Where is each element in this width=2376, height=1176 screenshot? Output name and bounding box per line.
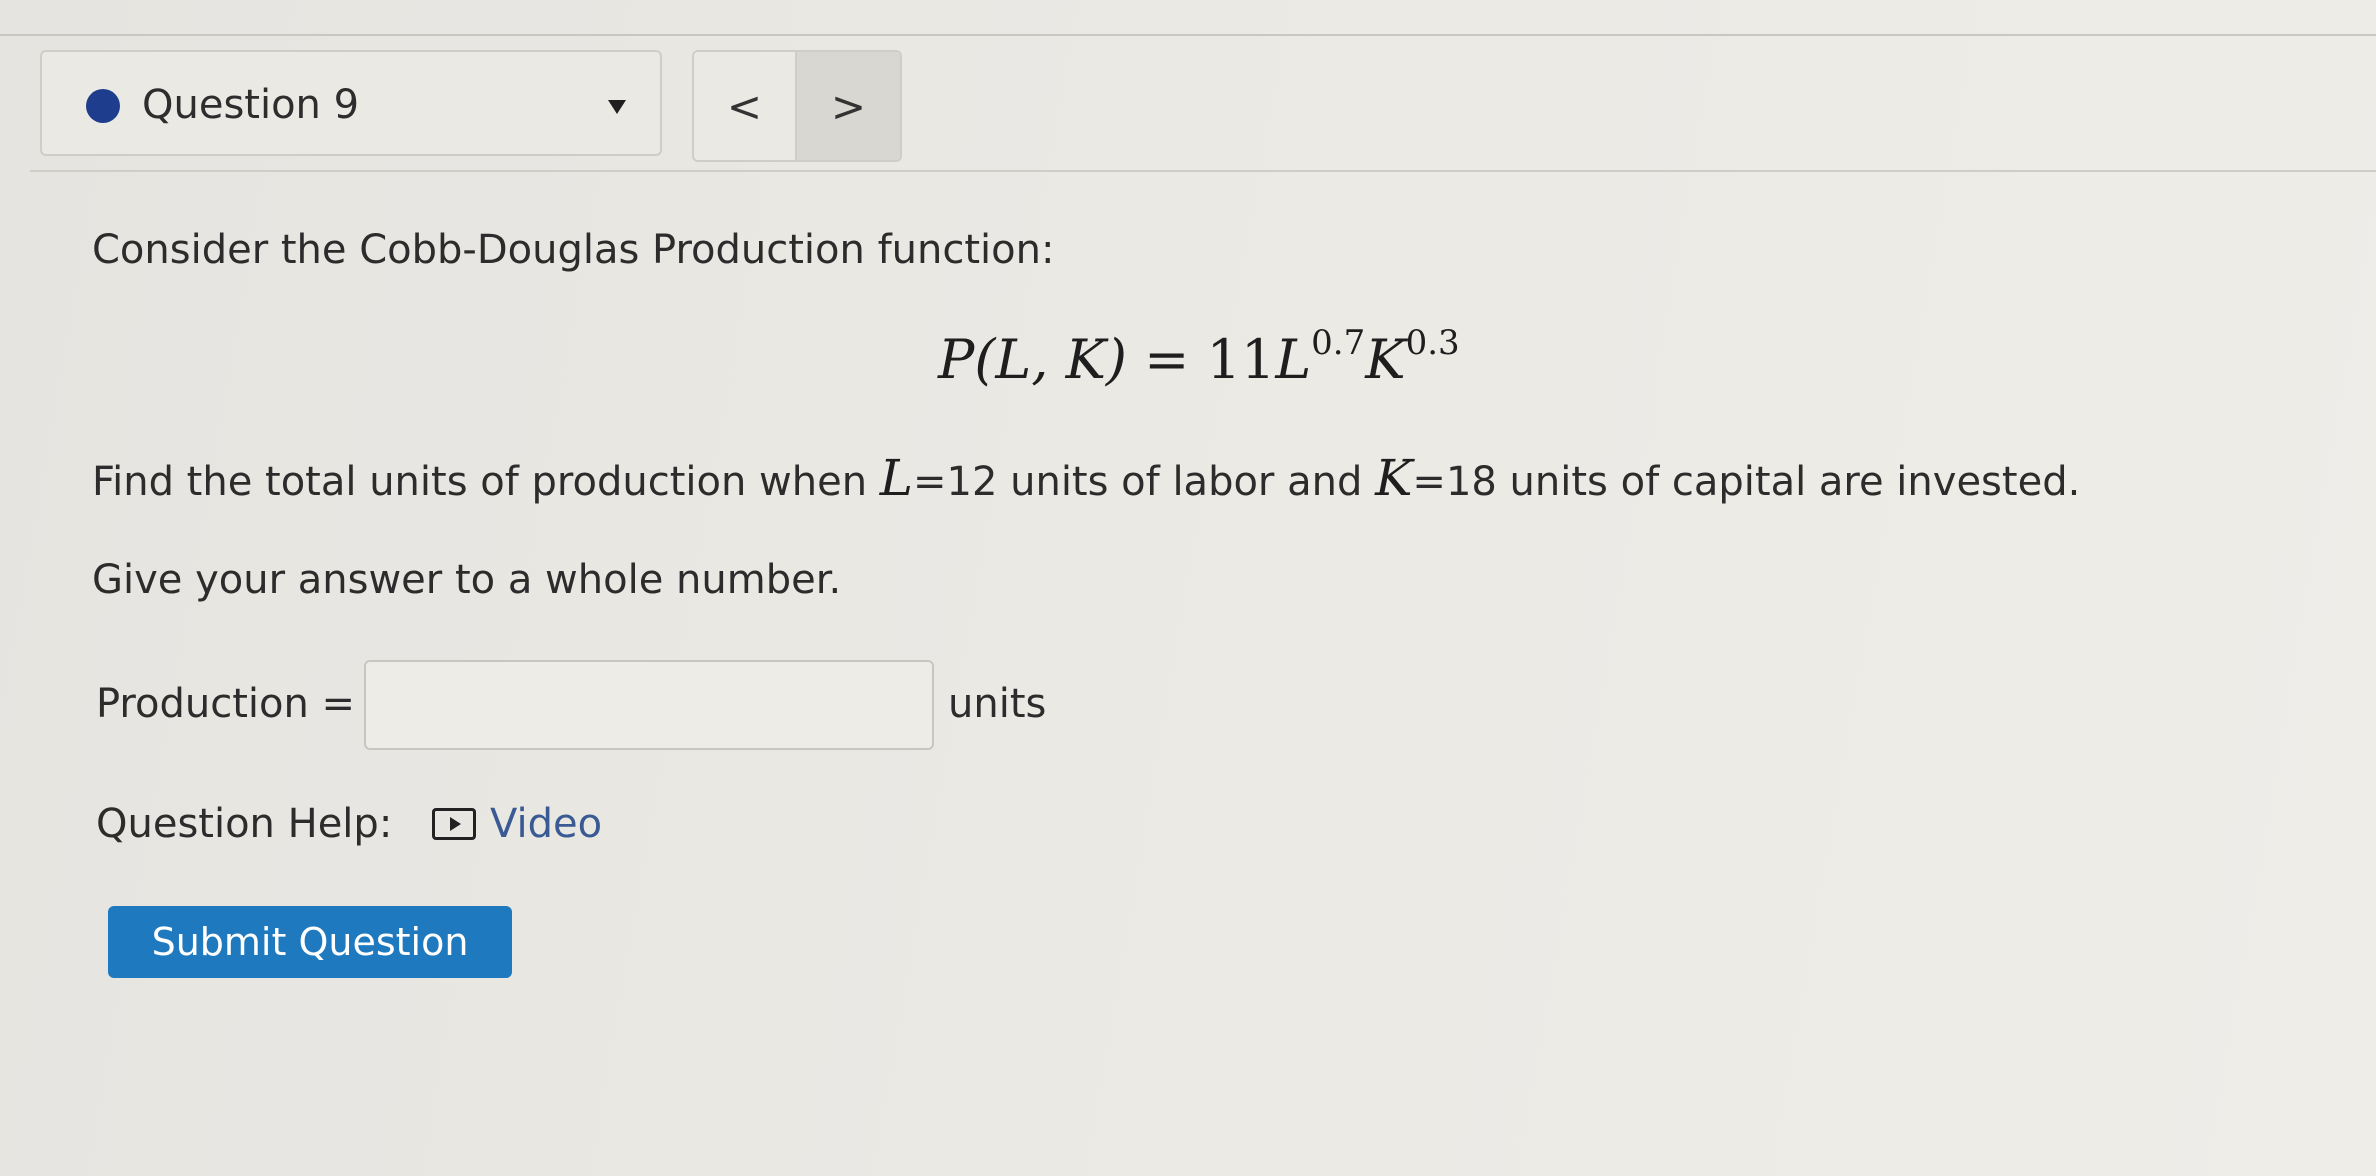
question-pager: < >	[692, 50, 902, 162]
caret-down-icon	[608, 100, 626, 114]
question-selector-label: Question 9	[142, 82, 360, 128]
prompt-text-1: Find the total units of production when	[92, 459, 880, 505]
production-label: Production =	[96, 681, 356, 727]
formula-exp-l: 0.7	[1311, 323, 1366, 363]
question-help-label: Question Help:	[96, 801, 393, 847]
prompt-text-3: =18 units of capital are invested.	[1412, 459, 2081, 505]
previous-question-button[interactable]: <	[694, 52, 798, 160]
formula-var-l: L	[1275, 328, 1312, 391]
top-divider	[0, 34, 2376, 36]
video-help-link[interactable]: Video	[432, 796, 602, 852]
question-selector[interactable]: Question 9	[40, 50, 662, 156]
production-input[interactable]	[364, 660, 934, 750]
nav-divider	[30, 170, 2376, 172]
next-question-button[interactable]: >	[797, 52, 900, 160]
formula-exp-k: 0.3	[1405, 323, 1460, 363]
submit-question-button[interactable]: Submit Question	[108, 906, 512, 978]
production-formula: P(L, K) = 11L0.7K0.3	[938, 324, 1460, 396]
formula-var-k: K	[1365, 328, 1406, 391]
prompt-var-k: K	[1375, 449, 1413, 507]
prompt-var-l: L	[879, 449, 913, 507]
question-prompt: Find the total units of production when …	[92, 448, 2080, 512]
formula-lhs: P(L, K)	[938, 328, 1127, 391]
formula-equals: =	[1144, 328, 1190, 391]
units-label: units	[948, 681, 1047, 727]
answer-instruction: Give your answer to a whole number.	[92, 557, 842, 603]
status-dot-icon	[86, 89, 120, 123]
prompt-text-2: =12 units of labor and	[912, 459, 1376, 505]
video-link-label: Video	[490, 801, 603, 847]
formula-coefficient: 11	[1206, 328, 1276, 391]
question-intro: Consider the Cobb-Douglas Production fun…	[92, 227, 1055, 273]
play-video-icon	[432, 808, 476, 840]
